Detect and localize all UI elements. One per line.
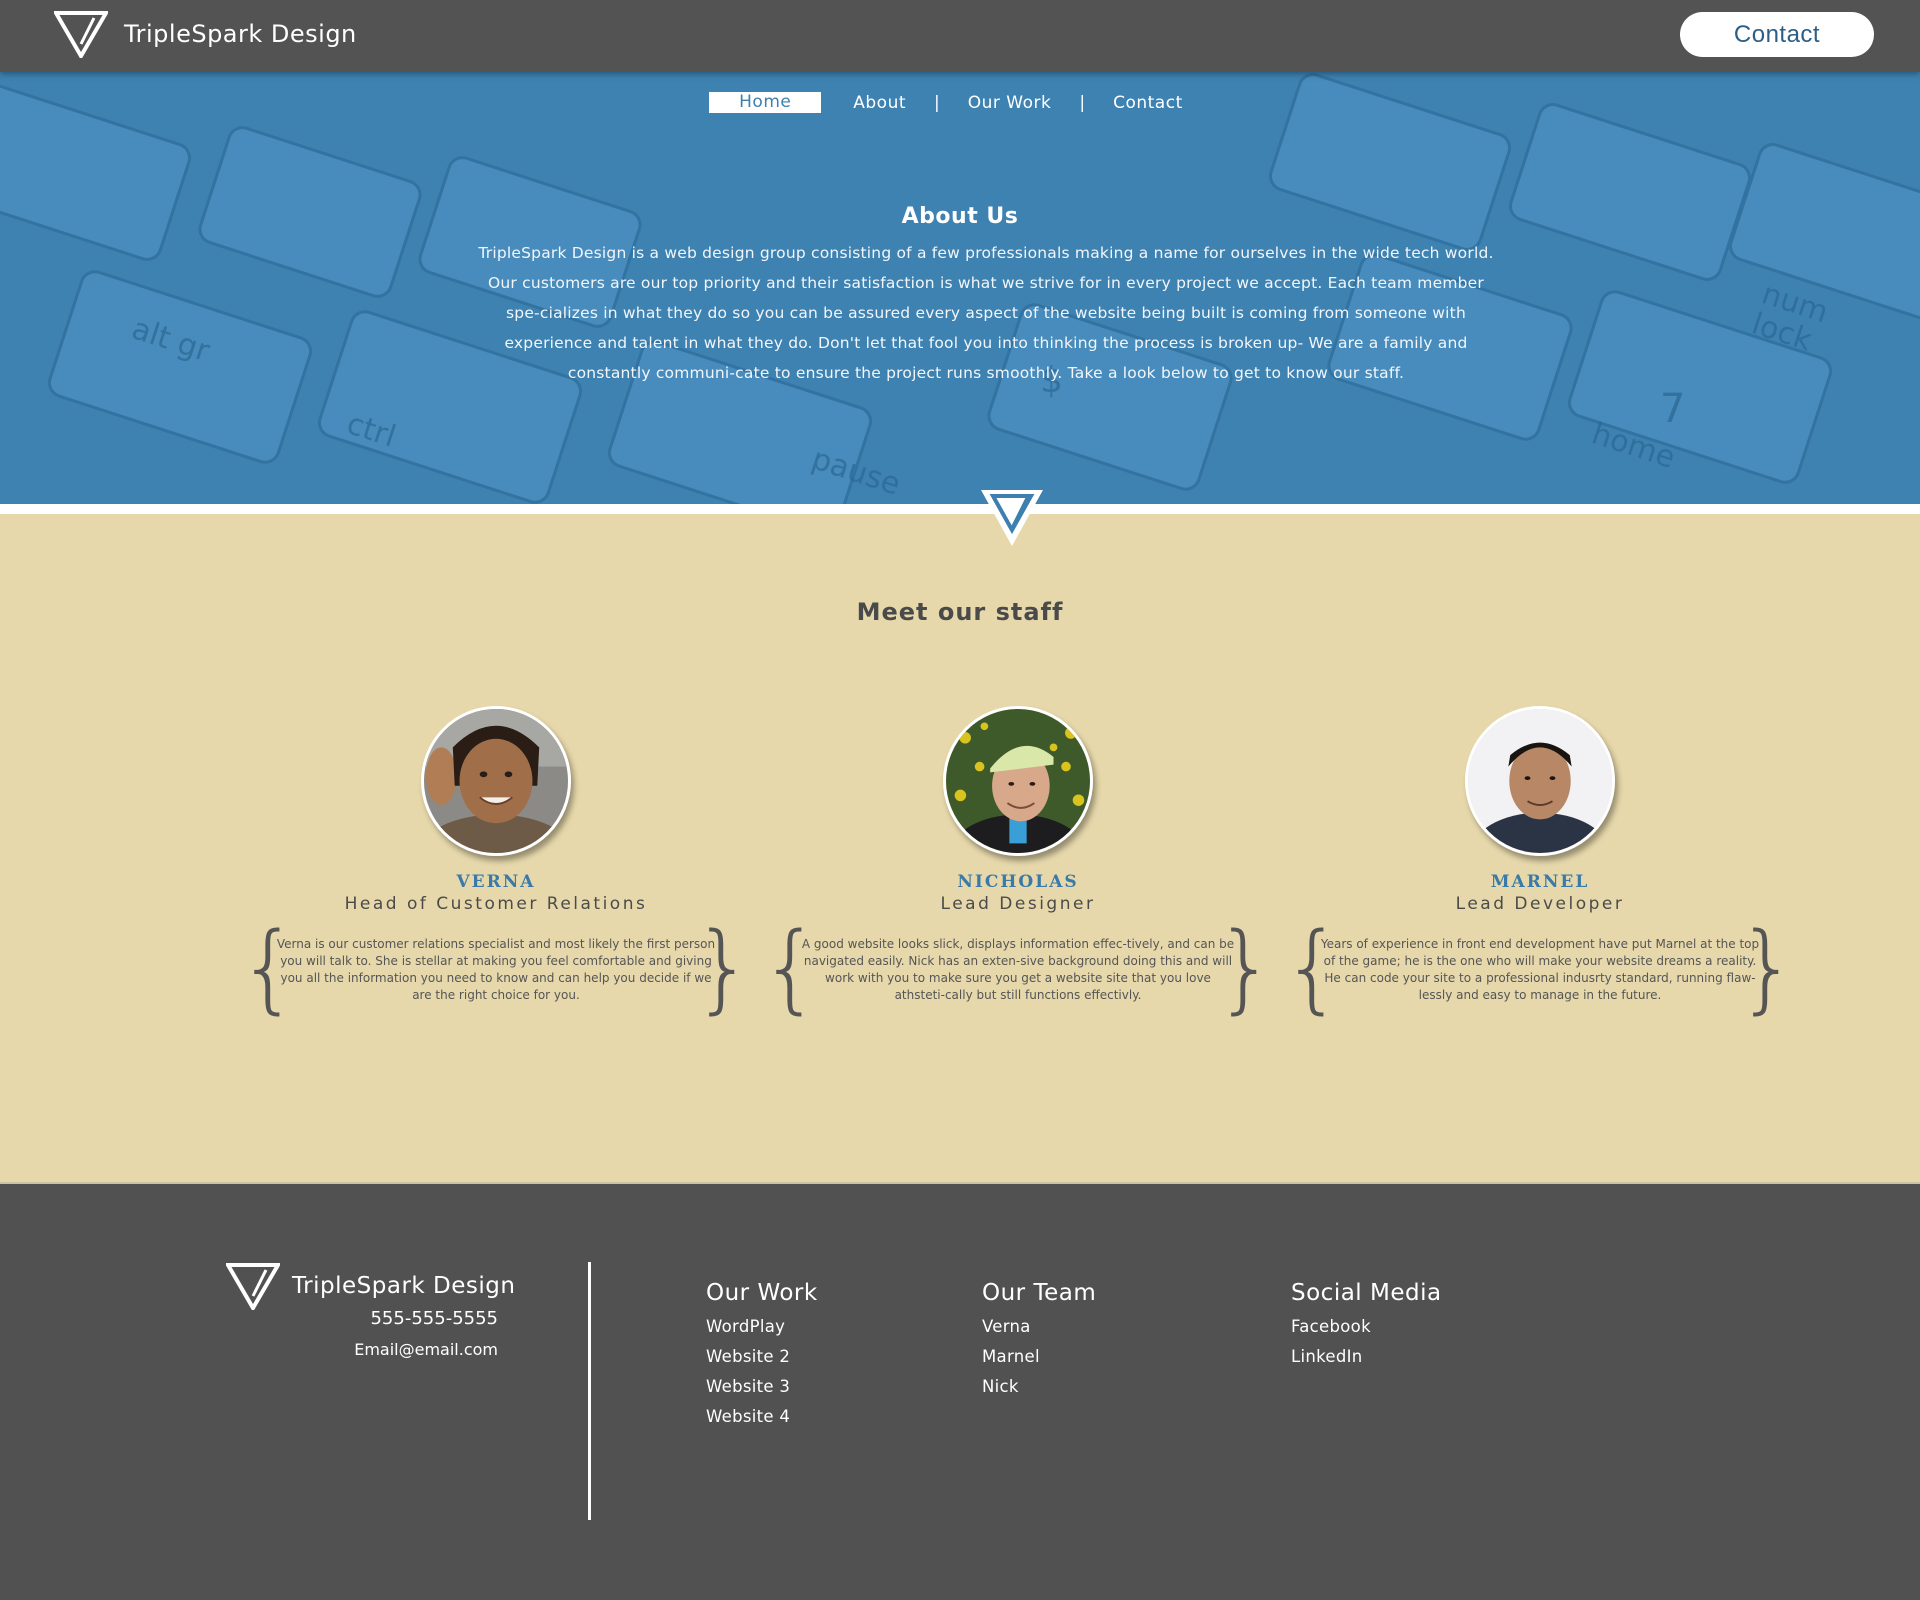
staff-description: Years of experience in front end develop…	[1320, 937, 1760, 1002]
footer-brand-name: TripleSpark Design	[292, 1273, 516, 1299]
staff-role: Head of Customer Relations	[344, 894, 648, 914]
footer-link-linkedin[interactable]: LinkedIn	[1291, 1342, 1442, 1372]
section-divider	[0, 504, 1920, 514]
footer-col-title: Our Work	[706, 1280, 818, 1306]
footer-col-our-team: Our Team Verna Marnel Nick	[982, 1280, 1096, 1402]
divider-triangle-icon	[981, 490, 1043, 546]
staff-card-nicholas: NICHOLAS Lead Designer { A good website …	[758, 706, 1278, 1032]
staff-quote: { Verna is our customer relations specia…	[236, 918, 756, 1032]
footer-col-social-media: Social Media Facebook LinkedIn	[1291, 1280, 1442, 1372]
avatar	[1465, 706, 1615, 856]
staff-description: Verna is our customer relations speciali…	[276, 937, 716, 1002]
staff-photo-marnel	[1468, 709, 1612, 853]
hero-section: ctrl pause alt gr home num lock $ 7 Home…	[0, 72, 1920, 504]
footer-email[interactable]: Email@email.com	[354, 1340, 498, 1359]
right-brace-icon: }	[1214, 912, 1276, 1024]
footer-brand[interactable]: TripleSpark Design	[226, 1262, 515, 1310]
nav-our-work[interactable]: Our Work	[940, 93, 1080, 113]
staff-name: NICHOLAS	[957, 872, 1079, 892]
staff-name: MARNEL	[1490, 872, 1590, 892]
svg-text:7: 7	[1660, 386, 1685, 432]
nav-about[interactable]: About	[825, 93, 934, 113]
about-text: TripleSpark Design is a web design group…	[478, 244, 1494, 382]
triangle-logo-icon	[54, 11, 108, 58]
staff-card-verna: VERNA Head of Customer Relations { Verna…	[236, 706, 756, 1032]
brand[interactable]: TripleSpark Design	[54, 10, 357, 58]
staff-name: VERNA	[456, 872, 536, 892]
footer-link-wordplay[interactable]: WordPlay	[706, 1312, 818, 1342]
staff-quote: { A good website looks slick, displays i…	[758, 918, 1278, 1032]
footer-link-facebook[interactable]: Facebook	[1291, 1312, 1442, 1342]
avatar	[421, 706, 571, 856]
footer-col-our-work: Our Work WordPlay Website 2 Website 3 We…	[706, 1280, 818, 1432]
about-title: About Us	[901, 204, 1019, 229]
footer-link-verna[interactable]: Verna	[982, 1312, 1096, 1342]
staff-photo-verna	[424, 709, 568, 853]
footer-link-nick[interactable]: Nick	[982, 1372, 1096, 1402]
footer-phone[interactable]: 555-555-5555	[370, 1308, 498, 1329]
nav-home[interactable]: Home	[709, 92, 822, 113]
footer-link-website-2[interactable]: Website 2	[706, 1342, 818, 1372]
staff-role: Lead Designer	[940, 894, 1096, 914]
footer-link-marnel[interactable]: Marnel	[982, 1342, 1096, 1372]
staff-role: Lead Developer	[1455, 894, 1625, 914]
staff-card-marnel: MARNEL Lead Developer { Years of experie…	[1280, 706, 1800, 1032]
footer-col-title: Social Media	[1291, 1280, 1442, 1306]
main-nav: Home About | Our Work | Contact	[0, 92, 1920, 113]
footer-link-website-4[interactable]: Website 4	[706, 1402, 818, 1432]
right-brace-icon: }	[692, 912, 754, 1024]
staff-title: Meet our staff	[856, 598, 1064, 626]
footer-divider	[588, 1262, 591, 1520]
footer-col-title: Our Team	[982, 1280, 1097, 1306]
avatar	[943, 706, 1093, 856]
footer-link-website-3[interactable]: Website 3	[706, 1372, 818, 1402]
contact-button[interactable]: Contact	[1680, 12, 1874, 57]
footer: TripleSpark Design 555-555-5555 Email@em…	[0, 1182, 1920, 1600]
staff-description: A good website looks slick, displays inf…	[801, 937, 1235, 1002]
triangle-logo-icon	[226, 1263, 280, 1310]
staff-section: Meet our staff VERNA Head of Customer Re…	[0, 514, 1920, 1182]
right-brace-icon: }	[1736, 912, 1798, 1024]
brand-name: TripleSpark Design	[124, 20, 357, 48]
staff-quote: { Years of experience in front end devel…	[1280, 918, 1800, 1032]
staff-photo-nicholas	[946, 709, 1090, 853]
nav-contact[interactable]: Contact	[1085, 93, 1211, 113]
top-header: TripleSpark Design Contact	[0, 0, 1920, 72]
